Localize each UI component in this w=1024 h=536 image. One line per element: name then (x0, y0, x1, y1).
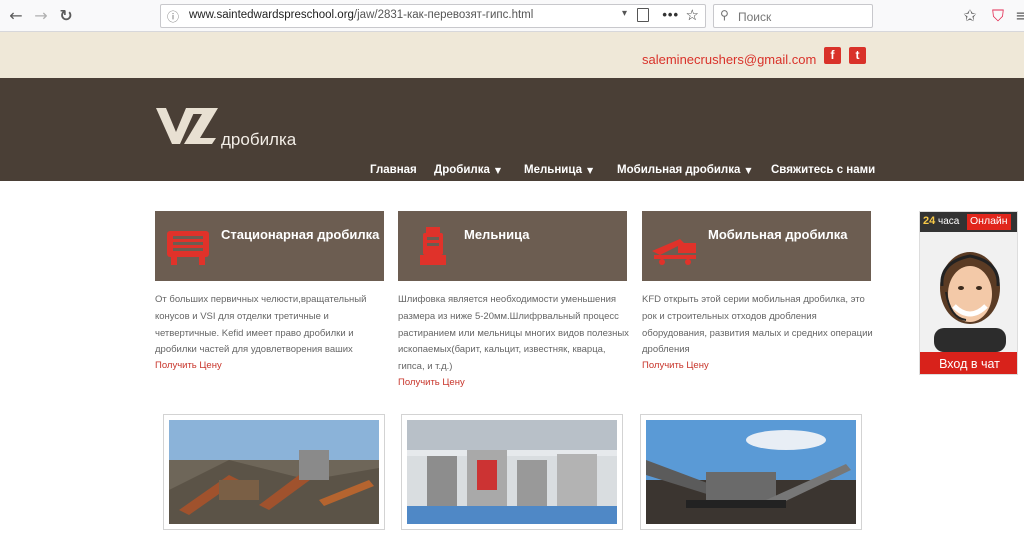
stationary-crusher-icon (167, 231, 209, 265)
page-actions-icon[interactable]: ••• (662, 7, 679, 22)
chat-hours-number: 24 (923, 215, 936, 227)
product-photo-mill-factory[interactable] (401, 414, 623, 530)
get-price-link[interactable]: Получить Цену (155, 360, 222, 371)
feature-title: Мельница (464, 227, 530, 242)
nav-mobile-crusher[interactable]: Мобильная дробилка ▼ (617, 164, 752, 176)
mill-icon (420, 227, 446, 265)
chat-agent-avatar (920, 232, 1017, 352)
feature-description: KFD открыть этой серии мобильная дробилк… (642, 294, 873, 356)
get-price-link[interactable]: Получить Цену (398, 377, 465, 388)
bookmark-star-icon[interactable]: ☆ (686, 6, 699, 24)
search-input[interactable]: ⚲ Поиск (713, 4, 873, 28)
feature-description: Шлифовка является необходимости уменьшен… (398, 294, 629, 373)
product-photo-crushing-plant[interactable] (163, 414, 385, 530)
chevron-down-icon: ▼ (745, 166, 752, 175)
logo-text[interactable]: дробилка (221, 130, 296, 150)
feature-description: От больших первичных челюсти,вращательны… (155, 294, 367, 356)
logo-icon[interactable] (156, 108, 218, 146)
product-photo-mobile-crusher[interactable] (640, 414, 862, 530)
library-icon[interactable]: ✩ (960, 6, 980, 26)
feature-title: Мобильная дробилка (708, 227, 848, 242)
get-price-link[interactable]: Получить Цену (642, 360, 709, 371)
search-placeholder: Поиск (738, 10, 772, 24)
mobile-crusher-icon (652, 239, 696, 265)
feature-card-mobile[interactable]: Мобильная дробилка (642, 211, 871, 281)
site-header: дробилка Главная Дробилка ▼ Мельница ▼ Моб… (0, 78, 1024, 181)
feature-card-mill[interactable]: Мельница (398, 211, 627, 281)
chevron-down-icon: ▼ (586, 166, 594, 175)
chat-hours-label: часа (938, 216, 960, 227)
url-text: www.saintedwardspreschool.org/jaw/2831-к… (189, 9, 534, 21)
chat-online-badge: Онлайн (967, 214, 1011, 230)
feature-card-stationary[interactable]: Стационарная дробилка (155, 211, 384, 281)
nav-home[interactable]: Главная (370, 164, 417, 176)
back-icon[interactable]: ← (6, 6, 26, 26)
feature-title: Стационарная дробилка (221, 227, 380, 242)
reload-icon[interactable]: ↻ (56, 6, 76, 26)
chevron-down-icon: ▼ (494, 166, 502, 175)
facebook-icon[interactable]: f (824, 47, 841, 64)
search-icon: ⚲ (720, 8, 729, 22)
chat-header: 24 часа Онлайн (920, 212, 1017, 232)
crushing-plant-image (169, 420, 379, 524)
url-dropdown-icon[interactable]: ▾ (622, 8, 627, 19)
top-contact-bar: saleminecrushers@gmail.com f t (0, 32, 1024, 78)
live-chat-widget[interactable]: 24 часа Онлайн Вход в чат (919, 211, 1018, 375)
chat-enter-button[interactable]: Вход в чат (920, 352, 1017, 374)
mobile-crusher-image (646, 420, 856, 524)
browser-toolbar: ← → ↻ ⓘ www.saintedwardspreschool.org/ja… (0, 0, 1024, 32)
mill-factory-image (407, 420, 617, 524)
twitter-icon[interactable]: t (849, 47, 866, 64)
nav-mill[interactable]: Мельница ▼ (524, 164, 593, 176)
url-bar[interactable]: ⓘ www.saintedwardspreschool.org/jaw/2831… (160, 4, 706, 28)
pocket-shield-icon[interactable]: ⛉ (988, 6, 1008, 26)
info-icon[interactable]: ⓘ (167, 8, 183, 24)
forward-icon[interactable]: → (31, 6, 51, 26)
nav-contact[interactable]: Свяжитесь с нами (771, 164, 875, 176)
contact-email[interactable]: saleminecrushers@gmail.com (642, 52, 816, 67)
nav-crusher[interactable]: Дробилка ▼ (434, 164, 501, 176)
menu-icon[interactable]: ≡ (1012, 6, 1024, 26)
reader-view-icon[interactable] (637, 8, 649, 22)
